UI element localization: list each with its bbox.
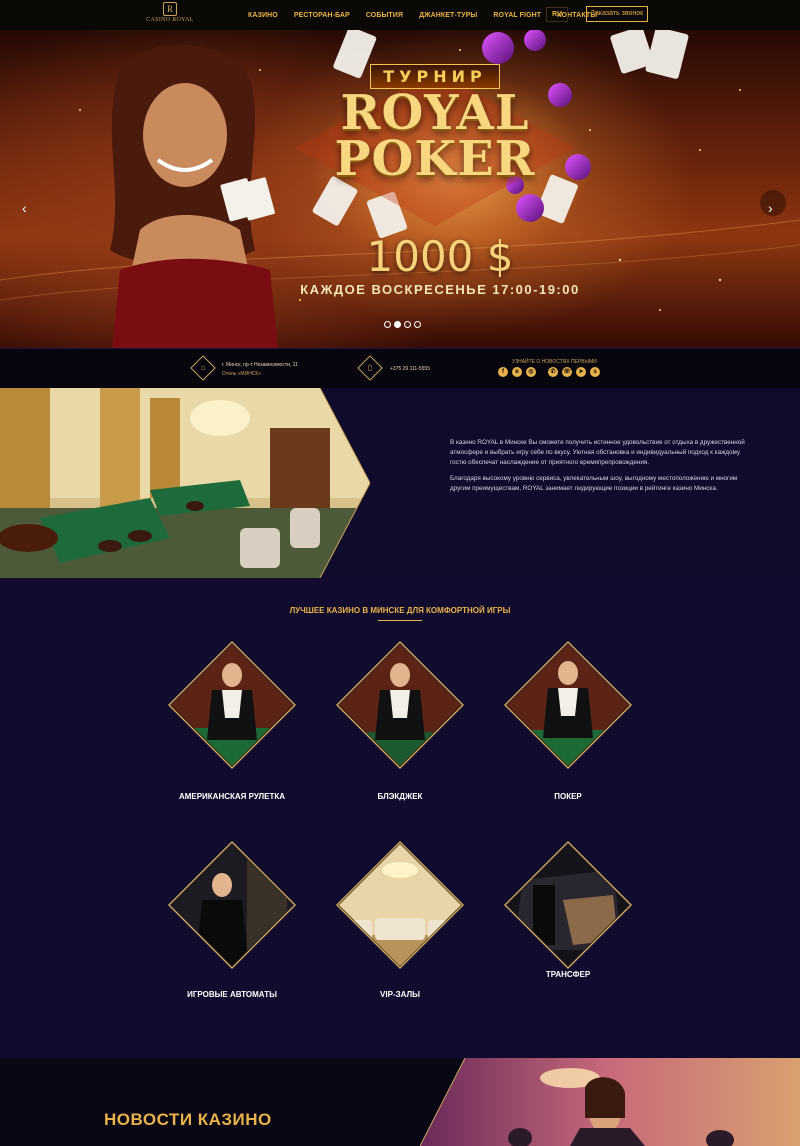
phone-number[interactable]: +375 29 111-5555	[390, 365, 430, 373]
slider-prev-arrow-icon[interactable]: ‹	[22, 200, 27, 216]
casino-hall-image	[0, 388, 370, 578]
hero-title-line1: ROYAL	[340, 85, 530, 141]
nav-item-casino[interactable]: КАЗИНО	[240, 12, 286, 19]
news-section-title: НОВОСТИ КАЗИНО	[104, 1110, 272, 1129]
social-links: f в ◎ ✆ ☏ ➤ s	[498, 367, 600, 377]
hero-schedule: КАЖДОЕ ВОСКРЕСЕНЬЕ 17:00-19:00	[300, 282, 580, 297]
hero-title: ROYAL POKER	[300, 85, 570, 187]
game-card-transfer[interactable]: ТРАНСФЕР	[493, 840, 643, 1020]
slider-dots	[384, 321, 421, 328]
title-underline	[378, 620, 422, 621]
nav-item-junket-tours[interactable]: ДЖАНКЕТ-ТУРЫ	[411, 12, 485, 19]
site-header: R CASINO ROYAL КАЗИНО РЕСТОРАН-БАР СОБЫТ…	[0, 0, 800, 30]
game-label-vip: VIP-ЗАЛЫ	[380, 990, 420, 999]
vip-hall-image	[335, 840, 465, 970]
request-call-button[interactable]: Заказать звонок	[586, 6, 648, 22]
slider-dot-4[interactable]	[414, 321, 421, 328]
game-label-blackjack: БЛЭКДЖЕК	[377, 792, 423, 801]
casino-logo[interactable]: R CASINO ROYAL	[142, 2, 198, 28]
about-paragraph-2: Благодаря высокому уровню сервиса, увлек…	[450, 475, 738, 492]
skype-icon[interactable]: s	[590, 367, 600, 377]
phone-icon: ▯	[357, 355, 383, 381]
slider-next-arrow-icon[interactable]: ›	[768, 200, 773, 216]
address-line2: Отель «МИНСК»	[222, 371, 262, 377]
about-section: В казино ROYAL в Минске Вы сможете получ…	[0, 388, 800, 578]
slider-next-arrow-bg	[760, 190, 786, 216]
hero-prize: 1000 $	[366, 232, 514, 281]
poker-dealer-image	[503, 640, 633, 770]
vk-icon[interactable]: в	[512, 367, 522, 377]
games-section-title: ЛУЧШЕЕ КАЗИНО В МИНСКЕ ДЛЯ КОМФОРТНОЙ ИГ…	[289, 606, 511, 615]
slider-dot-3[interactable]	[404, 321, 411, 328]
game-card-blackjack[interactable]: БЛЭКДЖЕК	[325, 640, 475, 820]
slots-image	[167, 840, 297, 970]
blackjack-dealer-image	[335, 640, 465, 770]
contact-bar: ⌂ г. Минск, пр-т Независимости, 11 Отель…	[0, 348, 800, 388]
news-section: НОВОСТИ КАЗИНО	[0, 1058, 800, 1146]
games-section: ЛУЧШЕЕ КАЗИНО В МИНСКЕ ДЛЯ КОМФОРТНОЙ ИГ…	[0, 578, 800, 1058]
slider-dot-1[interactable]	[384, 321, 391, 328]
facebook-icon[interactable]: f	[498, 367, 508, 377]
game-card-vip[interactable]: VIP-ЗАЛЫ	[325, 840, 475, 1020]
slider-dot-2[interactable]	[394, 321, 401, 328]
social-title: УЗНАЙТЕ О НОВОСТЯХ ПЕРВЫМИ	[512, 359, 597, 365]
game-label-poker: ПОКЕР	[554, 792, 582, 801]
hero-slider: ТУРНИР ROYAL POKER 1000 $ КАЖДОЕ ВОСКРЕС…	[0, 30, 800, 348]
crown-icon: R	[163, 2, 177, 16]
game-label-transfer: ТРАНСФЕР	[545, 970, 591, 979]
game-card-roulette[interactable]: АМЕРИКАНСКАЯ РУЛЕТКА	[157, 640, 307, 820]
roulette-dealer-image	[167, 640, 297, 770]
address-line1: г. Минск, пр-т Независимости, 11	[222, 362, 298, 368]
transfer-car-image	[503, 840, 633, 970]
game-label-slots: ИГРОВЫЕ АВТОМАТЫ	[187, 990, 277, 999]
location-icon: ⌂	[190, 355, 216, 381]
telegram-icon[interactable]: ➤	[576, 367, 586, 377]
hero-title-line2: POKER	[334, 131, 536, 187]
game-card-slots[interactable]: ИГРОВЫЕ АВТОМАТЫ	[157, 840, 307, 1020]
viber-icon[interactable]: ✆	[548, 367, 558, 377]
nav-item-restaurant-bar[interactable]: РЕСТОРАН-БАР	[286, 12, 358, 19]
game-label-roulette: АМЕРИКАНСКАЯ РУЛЕТКА	[178, 792, 286, 801]
instagram-icon[interactable]: ◎	[526, 367, 536, 377]
language-selector[interactable]: RU	[546, 7, 568, 22]
whatsapp-icon[interactable]: ☏	[562, 367, 572, 377]
game-card-poker[interactable]: ПОКЕР	[493, 640, 643, 820]
about-text: В казино ROYAL в Минске Вы сможете получ…	[450, 438, 746, 500]
news-banner-image	[420, 1058, 800, 1146]
nav-item-royal-fight[interactable]: ROYAL FIGHT	[485, 12, 549, 19]
nav-item-events[interactable]: СОБЫТИЯ	[358, 12, 411, 19]
about-paragraph-1: В казино ROYAL в Минске Вы сможете получ…	[450, 439, 745, 466]
logo-text: CASINO ROYAL	[146, 17, 194, 23]
